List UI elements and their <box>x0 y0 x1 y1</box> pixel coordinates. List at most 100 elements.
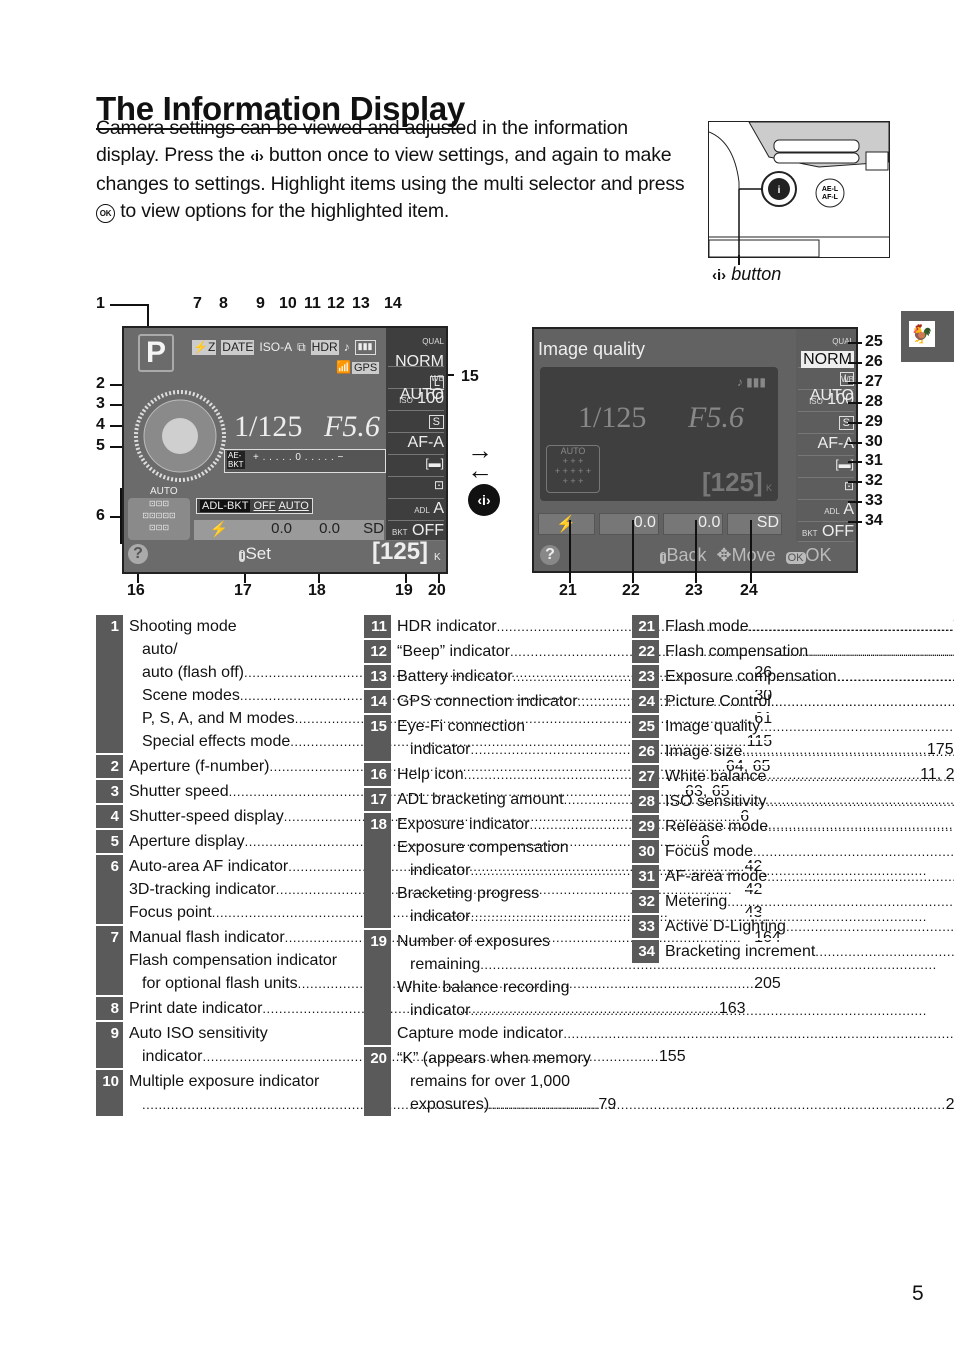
index-entry: 2Aperture (f-number)64, 65 <box>96 755 770 780</box>
callout-number: 33 <box>865 492 883 509</box>
release-mode[interactable]: S <box>388 412 444 433</box>
index-number: 19 <box>364 930 391 1045</box>
metering[interactable]: ⊡ <box>388 478 444 499</box>
index-label: indicator <box>410 908 471 925</box>
index-label: Battery indicator <box>397 668 513 685</box>
leader-dots <box>563 1022 954 1045</box>
svg-text:AE-L: AE-L <box>822 186 839 193</box>
index-label: “Beep” indicator <box>397 643 510 660</box>
help-icon[interactable]: ? <box>540 545 560 565</box>
index-label: Print date indicator <box>129 1000 263 1017</box>
ok-button-icon: OK <box>96 203 115 223</box>
white-balance[interactable]: WB AUTO <box>388 368 444 403</box>
section-tab[interactable]: 🐓 <box>901 311 954 362</box>
flash-mode-button[interactable]: ⚡ <box>538 513 595 535</box>
index-entry: 14GPS connection indicator174 <box>364 690 620 715</box>
leader-dots <box>815 940 954 963</box>
index-number: 3 <box>96 780 123 803</box>
status-icons-row: ⚡Z DATE ISO-A ⧉ HDR ♪ ▮▮▮ <box>192 340 376 355</box>
white-balance[interactable]: WB AUTO <box>798 369 854 404</box>
index-number: 27 <box>632 765 659 788</box>
flash-compensation[interactable]: 0.0 <box>244 520 292 540</box>
index-number: 9 <box>96 1022 123 1068</box>
index-label: Shooting mode <box>129 618 237 635</box>
callout-number: 15 <box>461 368 479 385</box>
weathervane-icon: 🐓 <box>909 321 935 347</box>
index-number: 15 <box>364 715 391 761</box>
index-entry: 29Release mode35 <box>632 815 888 840</box>
button-hints: i Back ✥Move OK OK <box>660 545 832 566</box>
index-line: Active D-Lighting74 <box>665 915 954 938</box>
index-line: Flash mode51 <box>665 615 954 638</box>
index-label: Release mode <box>665 818 769 835</box>
picture-control[interactable]: SD <box>340 520 384 540</box>
picture-control-button[interactable]: SD <box>727 513 783 535</box>
dimmed-preview: ♪ ▮▮▮ 1/125 F5.6 AUTO + + + + + + + + + + +… <box>540 367 778 501</box>
index-entry: 18Exposure indicator65Exposure compensat… <box>364 813 620 930</box>
index-label: Focus point <box>129 904 212 921</box>
bracketing[interactable]: BKT OFF <box>798 523 854 542</box>
index-entry: 5Aperture display6 <box>96 830 710 855</box>
index-label: Help icon <box>397 766 464 783</box>
focus-mode[interactable]: AF-A <box>798 435 854 456</box>
iso-sensitivity[interactable]: ISO 100 <box>798 391 854 412</box>
index-label: remains for over 1,000 <box>410 1073 571 1090</box>
leader-dots <box>767 865 954 888</box>
index-line: Image size49 <box>665 740 954 763</box>
adl-bkt-off: OFF <box>253 500 276 512</box>
page-reference[interactable]: 25 <box>946 1093 954 1116</box>
active-d-lighting[interactable]: ADL A <box>798 501 854 522</box>
set-text: Set <box>245 544 271 563</box>
index-number: 11 <box>364 615 391 638</box>
shooting-mode-indicator[interactable]: P <box>138 334 174 372</box>
index-entry: 23Exposure compensation70 <box>632 665 888 690</box>
index-entry: 21Flash mode51 <box>632 615 888 640</box>
index-entry: 13Battery indicator25 <box>364 665 620 690</box>
image-quality[interactable]: QUAL NORM L <box>388 330 444 390</box>
af-area-mode[interactable]: [▬] <box>798 457 854 478</box>
index-line: Image quality47 <box>665 715 954 738</box>
exposure-compensation-button[interactable]: 0.0 <box>662 513 724 535</box>
image-quality[interactable]: QUAL NORM L <box>798 331 854 386</box>
release-mode[interactable]: S <box>798 413 854 434</box>
index-number: 17 <box>364 788 391 811</box>
help-icon[interactable]: ? <box>128 544 148 564</box>
index-label: AF-area mode <box>665 868 768 885</box>
callout-number: 28 <box>865 393 883 410</box>
metering[interactable]: ⊡ <box>798 479 854 500</box>
iso-sensitivity[interactable]: ISO 100 <box>388 390 444 411</box>
screen-heading: Image quality <box>538 339 646 359</box>
index-entry: 27White balance81 <box>632 765 888 790</box>
settings-pane: QUAL NORM L WB AUTO ISO 100 S AF-A [▬] ⊡ … <box>386 328 446 541</box>
multiple-exposure-icon: ⧉ <box>297 340 306 354</box>
index-label: White balance recording <box>397 979 570 996</box>
index-entry: 24Picture Control91 <box>632 690 888 715</box>
index-number: 18 <box>364 813 391 928</box>
flash-compensation-button[interactable]: 0.0 <box>598 513 659 535</box>
af-area-mode[interactable]: [▬] <box>388 456 444 477</box>
index-label: Flash compensation <box>665 643 809 660</box>
flash-mode-icon[interactable]: ⚡ <box>194 520 244 540</box>
focus-mode[interactable]: AF-A <box>388 434 444 455</box>
exposure-compensation[interactable]: 0.0 <box>292 520 340 540</box>
index-label: indicator <box>410 862 471 879</box>
callout-number: 31 <box>865 452 883 469</box>
index-number: 2 <box>96 755 123 778</box>
callout-number: 10 <box>279 295 297 312</box>
callout-number: 27 <box>865 373 883 390</box>
index-entry: 28ISO sensitivity54 <box>632 790 888 815</box>
bracketing[interactable]: BKT OFF <box>388 522 444 541</box>
leader-dots <box>837 665 954 688</box>
leader-dots <box>771 690 954 713</box>
callout-number: 29 <box>865 413 883 430</box>
index-entry: 11HDR indicator76 <box>364 615 954 640</box>
index-label: 3D-tracking indicator <box>129 881 276 898</box>
aperture-value: F5.6 <box>688 401 744 434</box>
intro-text-3: to view options for the highlighted item… <box>115 199 450 222</box>
index-label: Focus mode <box>665 843 754 860</box>
index-entry: 22Flash compensation72 <box>632 640 888 665</box>
callout-number: 19 <box>395 582 413 599</box>
active-d-lighting[interactable]: ADL A <box>388 500 444 521</box>
callout-number: 9 <box>256 295 265 312</box>
flash-comp-indicator: ⚡Z <box>192 340 217 355</box>
